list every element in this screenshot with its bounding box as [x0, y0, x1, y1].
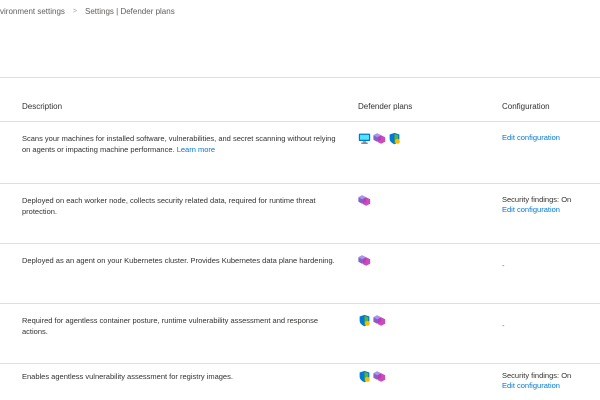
column-header-configuration[interactable]: Configuration: [502, 102, 600, 111]
row-configuration: -: [502, 315, 600, 333]
no-configuration-dash: -: [502, 261, 505, 270]
monitoring-coverage-table: Description Defender plans Configuration…: [0, 78, 600, 400]
row-description: Required for agentless container posture…: [22, 315, 340, 337]
row-configuration: Security findings: On Edit configuration: [502, 371, 600, 391]
breadcrumb-item-current: Settings | Defender plans: [85, 6, 175, 16]
edit-configuration-link[interactable]: Edit configuration: [502, 205, 600, 215]
column-header-description[interactable]: Description: [22, 102, 340, 111]
row-description-text: Deployed on each worker node, collects s…: [22, 196, 316, 216]
row-description: Deployed on each worker node, collects s…: [22, 195, 340, 217]
row-configuration: Security findings: On Edit configuration: [502, 195, 600, 215]
table-row: Deployed as an agent on your Kubernetes …: [0, 243, 600, 304]
row-description-text: Deployed as an agent on your Kubernetes …: [22, 256, 335, 265]
row-description: Enables agentless vulnerability assessme…: [22, 371, 340, 382]
security-findings-status: Security findings: On: [502, 371, 572, 380]
row-defender-plans: [358, 314, 478, 327]
table-row: Scans your machines for installed softwa…: [0, 121, 600, 184]
cspm-plan-icon: [358, 314, 371, 327]
no-configuration-dash: -: [502, 321, 505, 330]
containers-plan-icon: [373, 132, 386, 145]
security-findings-status: Security findings: On: [502, 195, 572, 204]
containers-plan-icon: [373, 314, 386, 327]
row-defender-plans: [358, 132, 478, 145]
breadcrumb-item-environment-settings[interactable]: vironment settings: [0, 7, 65, 16]
row-description-text: Required for agentless container posture…: [22, 316, 318, 336]
servers-plan-icon: [358, 132, 371, 145]
table-header-row: Description Defender plans Configuration: [0, 78, 600, 122]
row-configuration: Edit configuration: [502, 133, 600, 143]
column-header-defender-plans[interactable]: Defender plans: [358, 102, 478, 111]
row-defender-plans: [358, 370, 478, 383]
table-row: Deployed on each worker node, collects s…: [0, 183, 600, 244]
cspm-plan-icon: [388, 132, 401, 145]
row-description-text: Enables agentless vulnerability assessme…: [22, 372, 233, 381]
table-row: Required for agentless container posture…: [0, 303, 600, 364]
breadcrumb: vironment settings > Settings | Defender…: [0, 0, 175, 22]
containers-plan-icon: [373, 370, 386, 383]
row-description: Deployed as an agent on your Kubernetes …: [22, 255, 340, 266]
containers-plan-icon: [358, 254, 371, 267]
cspm-plan-icon: [358, 370, 371, 383]
learn-more-link[interactable]: Learn more: [177, 145, 215, 154]
breadcrumb-separator: >: [72, 7, 78, 15]
row-defender-plans: [358, 194, 478, 207]
defender-plans-settings-page: vironment settings > Settings | Defender…: [0, 0, 600, 400]
edit-configuration-link[interactable]: Edit configuration: [502, 133, 600, 143]
row-defender-plans: [358, 254, 478, 267]
edit-configuration-link[interactable]: Edit configuration: [502, 381, 600, 391]
table-row: Enables agentless vulnerability assessme…: [0, 363, 600, 400]
containers-plan-icon: [358, 194, 371, 207]
row-description: Scans your machines for installed softwa…: [22, 133, 340, 155]
row-configuration: -: [502, 255, 600, 273]
